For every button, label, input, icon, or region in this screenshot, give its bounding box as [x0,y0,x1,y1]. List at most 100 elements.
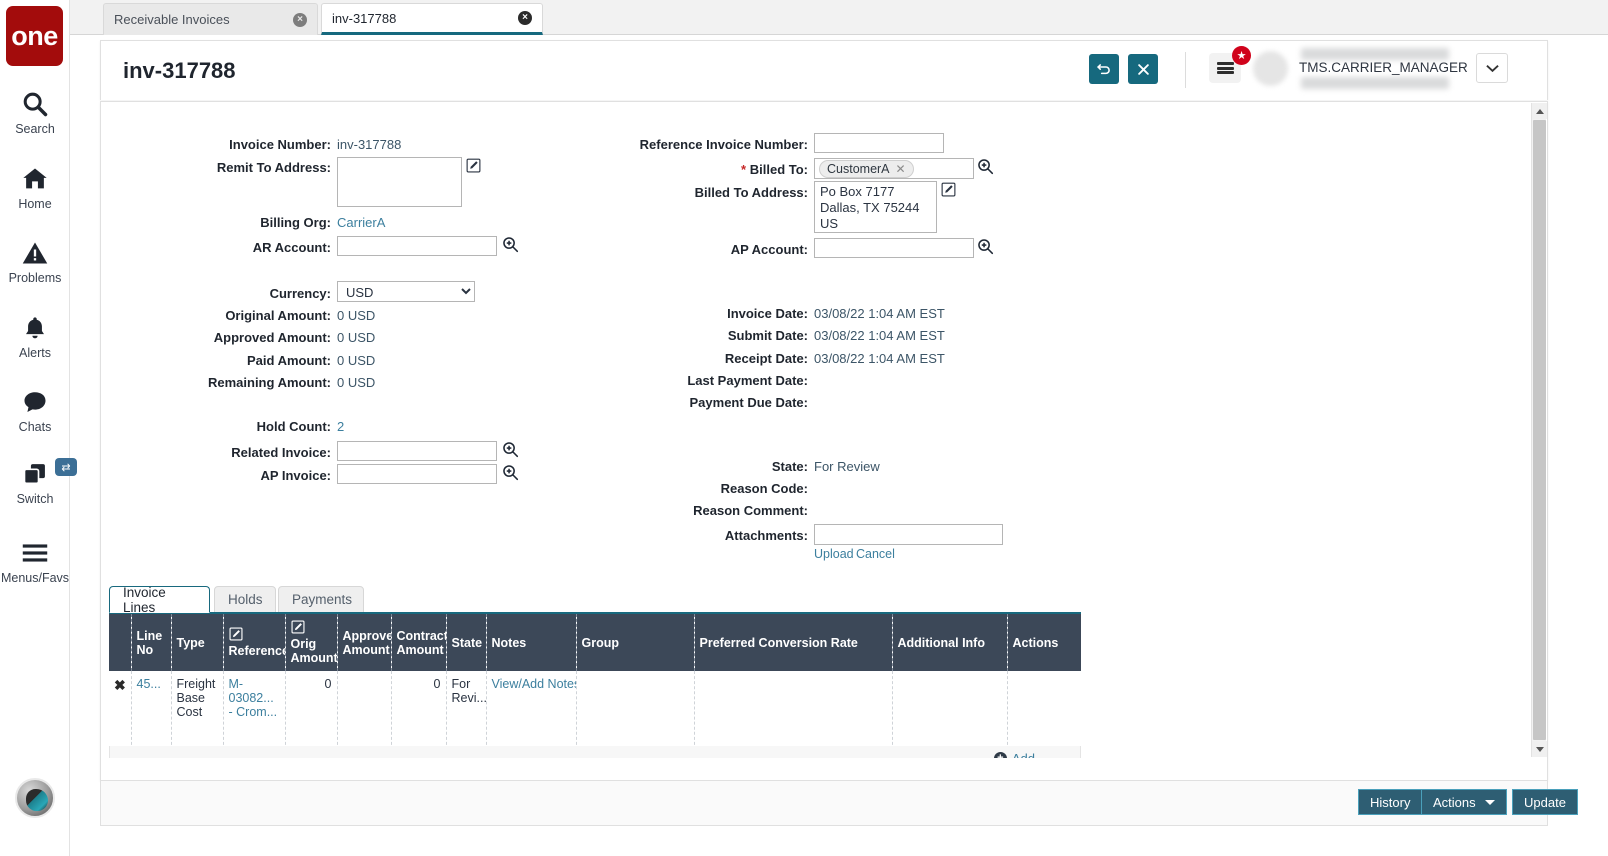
attachments-input[interactable] [814,524,1003,545]
user-avatar[interactable] [1253,51,1288,86]
grid-col-contract-amount[interactable]: Contract Amount [391,614,446,671]
close-icon[interactable]: ✖ [114,677,126,693]
grid-col-additional-info[interactable]: Additional Info [892,614,1007,671]
grid-col-actions[interactable]: Actions [1007,614,1081,671]
avatar[interactable] [15,778,55,818]
grid-col-orig-amount[interactable]: Orig Amount [285,614,337,671]
billed-to-search-icon[interactable] [977,158,994,175]
tab-inv-317788[interactable]: inv-317788 × [321,3,543,35]
sidebar-item-chats[interactable]: Chats [0,386,70,434]
add-label: Add [1012,751,1035,758]
ap-account-search-icon[interactable] [977,238,994,255]
actions-button[interactable]: Actions [1421,789,1507,815]
remit-to-address-input[interactable] [337,157,462,207]
chevron-down-icon [1486,64,1499,73]
grid-col-line-no[interactable]: Line No [131,614,171,671]
sidebar-item-menus-favs[interactable]: Menus/Favs [0,537,70,585]
edit-icon[interactable] [229,627,243,644]
ap-invoice-search-icon[interactable] [502,464,519,481]
edit-icon[interactable] [291,620,305,637]
table-row[interactable]: ✖ 45... Freight Base Cost M-03082... - C… [109,671,1081,756]
ap-invoice-input[interactable] [337,464,497,484]
billing-org-value[interactable]: CarrierA [337,215,385,230]
grid-col-notes[interactable]: Notes [486,614,576,671]
ap-account-input[interactable] [814,238,974,258]
ar-account-input[interactable] [337,236,497,256]
remit-to-address-edit-icon[interactable] [466,158,481,173]
tab-label: Invoice Lines [123,585,196,615]
cell-notes[interactable]: View/Add Notes [486,671,576,756]
submit-date-label: Submit Date: [541,328,808,343]
sidebar-item-home[interactable]: Home [0,163,70,211]
add-row-button[interactable]: + Add [994,751,1035,758]
currency-select[interactable]: USD [337,281,475,302]
attachments-upload-link[interactable]: Upload [814,547,854,561]
attachments-label: Attachments: [541,528,808,543]
grid-col-state[interactable]: State [446,614,486,671]
cell-reference[interactable]: M-03082... - Crom... [223,671,285,756]
close-button[interactable] [1128,54,1158,84]
history-button[interactable]: History [1358,789,1422,815]
tab-holds[interactable]: Holds [214,586,276,613]
grid-col-type[interactable]: Type [171,614,223,671]
view-add-notes-link[interactable]: View/Add Notes [492,677,577,691]
row-remove-button[interactable]: ✖ [109,671,131,756]
tab-receivable-invoices[interactable]: Receivable Invoices × [103,3,318,35]
grid-header-row: Line No Type Reference Orig Amount [109,614,1081,671]
sidebar-item-alerts[interactable]: Alerts [0,312,70,360]
tab-close-icon[interactable]: × [293,13,307,27]
sidebar-label-home: Home [0,197,70,211]
related-invoice-input[interactable] [337,441,497,461]
billed-to-chip[interactable]: CustomerA ✕ [819,160,914,178]
tab-close-icon[interactable]: × [518,11,532,25]
user-menu-button[interactable] [1476,53,1508,83]
switch-badge-icon[interactable]: ⇄ [55,458,77,476]
invoice-number-label: Invoice Number: [131,137,331,152]
grid-footer: + Add [109,746,1081,758]
tab-invoice-lines[interactable]: Invoice Lines [109,586,210,613]
cell-actions [1007,671,1081,756]
hold-count-value[interactable]: 2 [337,419,344,434]
reference-link[interactable]: M-03082... - Crom... [229,677,278,719]
attachments-cancel-link[interactable]: Cancel [856,547,895,561]
line-no-link[interactable]: 45... [137,677,161,691]
search-icon [0,88,70,120]
grid-col-select [109,614,131,671]
billed-to-chip-remove-icon[interactable]: ✕ [896,162,906,176]
billed-to-address-edit-icon[interactable] [941,182,956,197]
chat-icon [0,386,70,418]
cell-line-no[interactable]: 45... [131,671,171,756]
sidebar-item-problems[interactable]: Problems [0,237,70,285]
star-badge-icon[interactable]: ★ [1232,46,1251,65]
ar-account-search-icon[interactable] [502,236,519,253]
grid-col-group[interactable]: Group [576,614,694,671]
refresh-button[interactable] [1089,54,1119,84]
scroll-up-button[interactable] [1532,103,1547,119]
tab-payments[interactable]: Payments [278,586,364,613]
sidebar-item-switch[interactable]: ⇄ Switch [0,458,70,506]
update-button[interactable]: Update [1512,789,1578,815]
browser-tab-strip: Receivable Invoices × inv-317788 × [70,0,1608,35]
reference-invoice-number-input[interactable] [814,133,944,153]
billing-org-label: Billing Org: [131,215,331,230]
scrollbar-thumb[interactable] [1533,120,1546,740]
tab-label: Holds [228,592,263,607]
billed-to-field[interactable]: CustomerA ✕ [814,158,974,179]
billed-to-label-text: Billed To: [750,162,808,177]
billed-to-address-label: Billed To Address: [541,185,808,200]
related-invoice-search-icon[interactable] [502,441,519,458]
scroll-down-button[interactable] [1532,741,1547,757]
sidebar-label-problems: Problems [0,271,70,285]
actions-label: Actions [1433,795,1476,810]
paid-amount-value: 0 USD [337,353,375,368]
grid-col-reference[interactable]: Reference [223,614,285,671]
cell-approved-amount [337,671,391,756]
vertical-scrollbar[interactable] [1531,103,1546,757]
remit-to-address-label: Remit To Address: [131,160,331,175]
sidebar-item-search[interactable]: Search [0,88,70,136]
chevron-down-icon [1485,800,1495,805]
billed-to-address-input[interactable]: Po Box 7177 Dallas, TX 75244 US [814,181,937,233]
grid-col-preferred-conversion-rate[interactable]: Preferred Conversion Rate [694,614,892,671]
app-logo[interactable]: one [6,6,63,66]
grid-col-approved-amount[interactable]: Approved Amount [337,614,391,671]
